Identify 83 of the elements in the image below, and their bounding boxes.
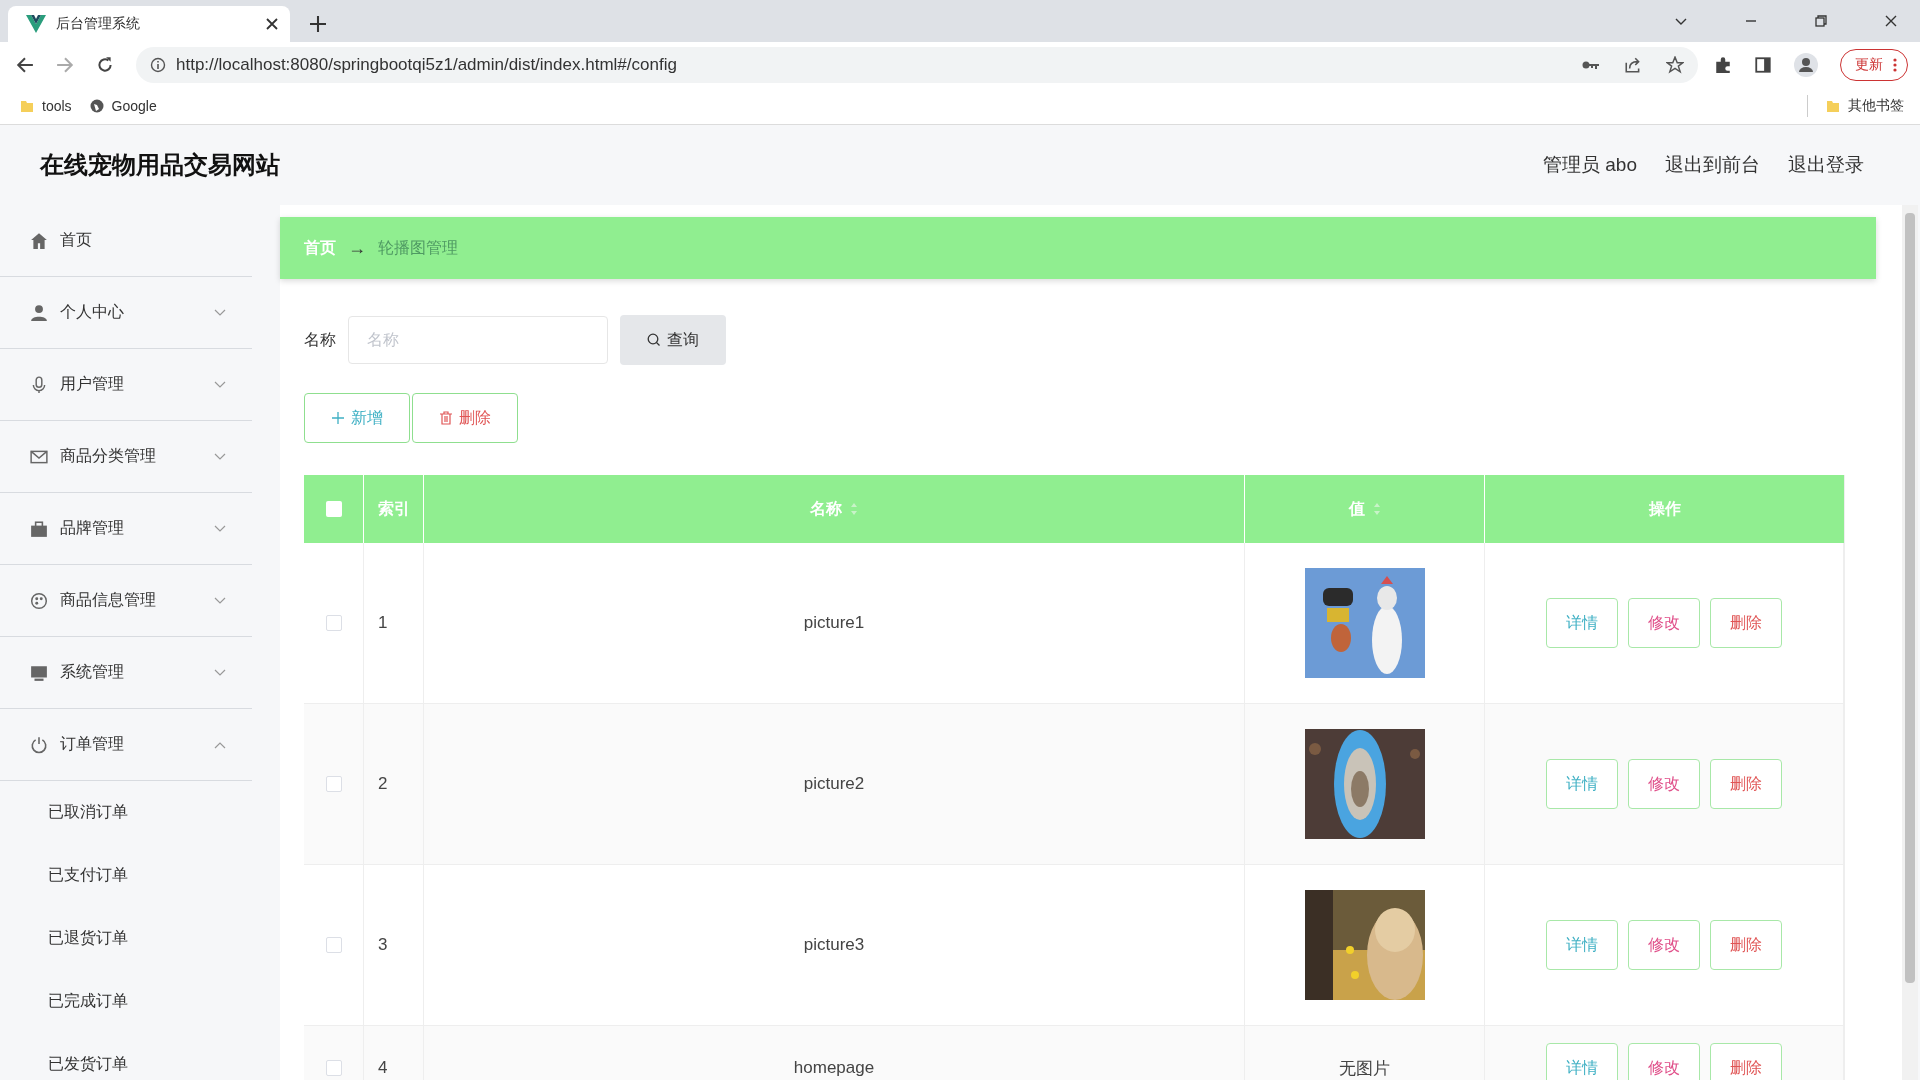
user-menu-link[interactable]: 管理员 abo <box>1543 152 1637 178</box>
column-header: 操作 <box>1648 498 1681 519</box>
submenu-item[interactable]: 已发货订单 <box>0 1033 252 1080</box>
select-all-checkbox[interactable] <box>325 501 342 517</box>
update-button[interactable]: 更新 <box>1840 49 1908 81</box>
restore-icon[interactable] <box>1814 14 1828 28</box>
table-cell-text: 无图片 <box>1339 1057 1390 1080</box>
menu-item[interactable]: 系统管理 <box>0 637 252 709</box>
folder-icon <box>1826 99 1840 113</box>
tab-title: 后台管理系统 <box>56 15 141 33</box>
submenu-item[interactable]: 已支付订单 <box>0 844 252 907</box>
menu-item[interactable]: 商品分类管理 <box>0 421 252 493</box>
delete-button[interactable]: 删除 <box>412 393 518 443</box>
side-panel-icon[interactable] <box>1754 56 1772 74</box>
reload-icon[interactable] <box>96 56 114 74</box>
submenu-item[interactable]: 已取消订单 <box>0 781 252 844</box>
menu-item[interactable]: 商品信息管理 <box>0 565 252 637</box>
folder-icon <box>20 99 34 113</box>
table-cell: picture2 <box>803 774 865 794</box>
new-tab-icon[interactable] <box>310 16 326 32</box>
bookmark[interactable]: Google <box>89 98 157 114</box>
logo-icon <box>26 15 46 33</box>
table-cell: 1 <box>378 613 388 633</box>
briefcase-icon <box>30 519 48 538</box>
share-icon[interactable] <box>1624 56 1642 74</box>
more-icon <box>1893 58 1897 72</box>
person-icon <box>30 303 48 322</box>
row-checkbox[interactable] <box>325 615 342 631</box>
table-cell: picture3 <box>803 935 865 955</box>
header-link[interactable]: 退出登录 <box>1788 152 1864 178</box>
profile-icon[interactable] <box>1794 53 1818 77</box>
menu-item[interactable]: 用户管理 <box>0 349 252 421</box>
name-search-field[interactable]: 名称 <box>348 316 608 364</box>
delete-button[interactable]: 删除 <box>1710 598 1782 648</box>
menu-item[interactable]: 个人中心 <box>0 277 252 349</box>
search-icon <box>647 333 661 347</box>
puzzle-icon[interactable] <box>1714 56 1732 74</box>
delete-button[interactable]: 删除 <box>1710 920 1782 970</box>
menu-item[interactable]: 首页 <box>0 205 252 277</box>
header-link[interactable]: 退出到前台 <box>1665 152 1760 178</box>
microphone-icon <box>30 375 48 394</box>
globe-icon <box>89 99 104 113</box>
scrollbar[interactable] <box>1902 205 1918 1080</box>
breadcrumb-separator: → <box>348 237 366 259</box>
trash-icon <box>439 411 453 425</box>
submenu-item[interactable]: 已退货订单 <box>0 907 252 970</box>
palette-icon <box>30 591 48 610</box>
column-header: 值 <box>1348 498 1365 519</box>
edit-button[interactable]: 修改 <box>1628 1043 1700 1080</box>
delete-button[interactable]: 删除 <box>1710 759 1782 809</box>
row-checkbox[interactable] <box>325 937 342 953</box>
table-cell: 2 <box>378 774 388 794</box>
plus-icon <box>331 411 345 425</box>
search-button[interactable]: 查询 <box>620 315 726 365</box>
table-cell: homepage <box>793 1058 875 1078</box>
delete-button[interactable]: 删除 <box>1710 1043 1782 1080</box>
menu-item[interactable]: 订单管理 <box>0 709 252 781</box>
column-header: 索引 <box>378 498 410 519</box>
edit-button[interactable]: 修改 <box>1628 920 1700 970</box>
info-icon <box>150 57 166 73</box>
browser-tab[interactable]: 后台管理系统 <box>8 6 290 42</box>
bookmark[interactable]: tools <box>20 98 72 114</box>
back-icon[interactable] <box>16 56 34 74</box>
submenu-item[interactable]: 已完成订单 <box>0 970 252 1033</box>
star-icon[interactable] <box>1666 56 1684 74</box>
table-cell: 3 <box>378 935 388 955</box>
power-icon <box>30 735 48 754</box>
table-cell: 4 <box>378 1058 388 1078</box>
edit-button[interactable]: 修改 <box>1628 598 1700 648</box>
close-icon[interactable] <box>266 18 278 30</box>
bookmark[interactable]: 其他书签 <box>1826 97 1904 115</box>
table-cell: picture1 <box>803 613 865 633</box>
site-title: 在线宠物用品交易网站 <box>40 150 280 180</box>
column-header: 名称 <box>810 498 842 519</box>
monitor-icon <box>30 663 48 682</box>
edit-button[interactable]: 修改 <box>1628 759 1700 809</box>
address-field[interactable]: http://localhost:8080/springbootqi5z1/admin/dist/index.html#/config <box>136 47 1698 83</box>
home-icon <box>30 231 48 250</box>
row-checkbox[interactable] <box>325 1060 342 1076</box>
row-checkbox[interactable] <box>325 776 342 792</box>
menu-item[interactable]: 品牌管理 <box>0 493 252 565</box>
field-label: 名称 <box>304 329 336 350</box>
close-icon[interactable] <box>1884 14 1898 28</box>
